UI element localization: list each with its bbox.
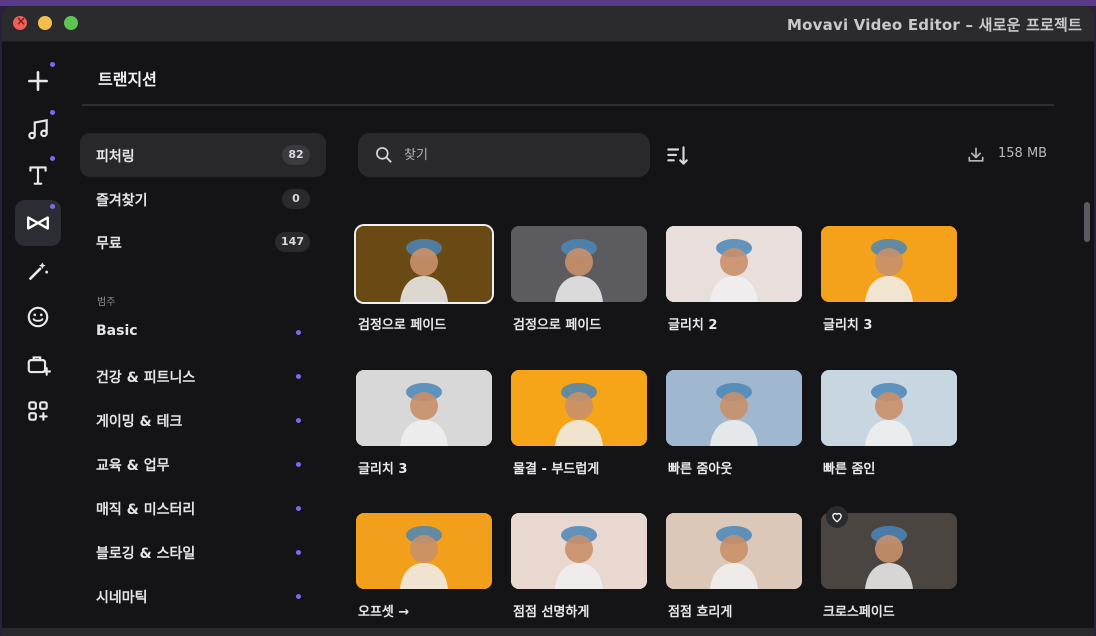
maximize-window-button[interactable] bbox=[64, 16, 78, 30]
transition-thumbnail[interactable] bbox=[511, 513, 647, 589]
transition-label: 검정으로 페이드 bbox=[513, 318, 602, 333]
transition-thumbnail[interactable] bbox=[821, 226, 957, 302]
download-icon bbox=[968, 147, 984, 162]
thumbnail-image bbox=[356, 226, 492, 302]
magic-wand-icon bbox=[29, 262, 49, 280]
transition-label: 글리치 2 bbox=[668, 318, 718, 333]
transition-label: 점점 흐리게 bbox=[668, 605, 733, 620]
rail-notification-dot bbox=[50, 204, 55, 209]
minimize-window-button[interactable] bbox=[38, 16, 52, 30]
category-label: 무료 bbox=[96, 236, 122, 252]
category-free[interactable]: 무료 147 bbox=[80, 220, 326, 264]
subcategory-education-business[interactable]: 교육 & 업무 bbox=[96, 455, 169, 475]
rail-stock-button[interactable] bbox=[15, 342, 61, 388]
subcategory-cinematic[interactable]: 시네마틱 bbox=[96, 587, 148, 607]
briefcase-icon bbox=[27, 356, 51, 376]
category-favorites[interactable]: 즐겨찾기 0 bbox=[80, 177, 326, 221]
transition-thumbnail[interactable] bbox=[666, 370, 802, 446]
new-indicator-dot bbox=[296, 594, 301, 599]
transition-label: 점점 선명하게 bbox=[513, 605, 590, 620]
header-divider bbox=[82, 104, 1054, 106]
section-label-genres: 범주 bbox=[97, 297, 116, 308]
rail-music-button[interactable] bbox=[15, 106, 61, 152]
transitions-icon bbox=[27, 216, 49, 230]
tool-rail bbox=[2, 42, 72, 636]
thumbnail-image bbox=[666, 226, 802, 302]
transition-label: 검정으로 페이드 bbox=[358, 318, 447, 333]
thumbnail-image bbox=[821, 370, 957, 446]
music-note-icon bbox=[28, 119, 48, 140]
transition-label: 오프셋 → bbox=[358, 605, 410, 620]
favorite-heart-button[interactable] bbox=[826, 506, 848, 528]
transition-label: 글리치 3 bbox=[358, 462, 408, 477]
text-icon bbox=[29, 166, 47, 185]
thumbnail-image bbox=[511, 226, 647, 302]
new-indicator-dot bbox=[296, 330, 301, 335]
download-size-button[interactable]: 158 MB bbox=[966, 143, 1056, 167]
subcategory-magic-mystery[interactable]: 매직 & 미스터리 bbox=[96, 499, 195, 519]
category-count: 0 bbox=[282, 189, 310, 209]
plus-icon bbox=[28, 71, 48, 91]
thumbnail-image bbox=[356, 370, 492, 446]
transition-thumbnail[interactable] bbox=[821, 370, 957, 446]
transition-thumbnail[interactable] bbox=[356, 513, 492, 589]
thumbnail-image bbox=[666, 370, 802, 446]
category-featured[interactable]: 피처링 82 bbox=[80, 133, 326, 177]
transition-label: 크로스페이드 bbox=[823, 605, 895, 620]
app-window: Movavi Video Editor – 새로운 프로젝트 bbox=[2, 6, 1094, 636]
apps-grid-icon bbox=[28, 401, 48, 421]
transition-label: 글리치 3 bbox=[823, 318, 873, 333]
download-size-label: 158 MB bbox=[998, 146, 1048, 161]
transition-thumbnail[interactable] bbox=[356, 226, 492, 302]
category-label: 즐겨찾기 bbox=[96, 193, 148, 209]
thumbnail-image bbox=[511, 513, 647, 589]
thumbnail-image bbox=[821, 226, 957, 302]
heart-icon bbox=[832, 512, 842, 523]
transition-thumbnail[interactable] bbox=[511, 226, 647, 302]
category-label: 피처링 bbox=[96, 149, 135, 165]
subcategory-blogging-style[interactable]: 블로깅 & 스타일 bbox=[96, 543, 195, 563]
timeline-edge bbox=[2, 628, 1094, 636]
new-indicator-dot bbox=[296, 418, 301, 423]
rail-notification-dot bbox=[50, 110, 55, 115]
transition-thumbnail[interactable] bbox=[666, 226, 802, 302]
rail-add-button[interactable] bbox=[15, 58, 61, 104]
panel-title: 트랜지션 bbox=[98, 70, 157, 89]
new-indicator-dot bbox=[296, 462, 301, 467]
transition-label: 물결 - 부드럽게 bbox=[513, 462, 600, 477]
transition-label: 빠른 줌아웃 bbox=[668, 462, 733, 477]
thumbnail-image bbox=[356, 513, 492, 589]
search-icon bbox=[376, 147, 392, 163]
rail-filters-button[interactable] bbox=[15, 248, 61, 294]
new-indicator-dot bbox=[296, 374, 301, 379]
category-count: 147 bbox=[275, 232, 310, 252]
rail-more-button[interactable] bbox=[15, 388, 61, 434]
rail-notification-dot bbox=[50, 62, 55, 67]
rail-transitions-button[interactable] bbox=[15, 200, 61, 246]
scrollbar-thumb[interactable] bbox=[1084, 202, 1090, 242]
search-input[interactable] bbox=[404, 143, 634, 167]
rail-stickers-button[interactable] bbox=[15, 294, 61, 340]
search-box[interactable] bbox=[358, 133, 650, 177]
new-indicator-dot bbox=[296, 506, 301, 511]
title-bar: Movavi Video Editor – 새로운 프로젝트 bbox=[2, 6, 1094, 42]
transition-thumbnail[interactable] bbox=[356, 370, 492, 446]
rail-titles-button[interactable] bbox=[15, 152, 61, 198]
smiley-icon bbox=[27, 306, 49, 328]
transition-thumbnail[interactable] bbox=[666, 513, 802, 589]
thumbnail-image bbox=[666, 513, 802, 589]
category-count: 82 bbox=[282, 145, 310, 165]
sort-icon[interactable] bbox=[664, 143, 690, 169]
new-indicator-dot bbox=[296, 550, 301, 555]
subcategory-health-fitness[interactable]: 건강 & 피트니스 bbox=[96, 367, 195, 387]
subcategory-basic[interactable]: Basic bbox=[96, 323, 138, 339]
window-title: Movavi Video Editor – 새로운 프로젝트 bbox=[787, 16, 1082, 34]
transition-label: 빠른 줌인 bbox=[823, 462, 876, 477]
subcategory-gaming-tech[interactable]: 게이밍 & 테크 bbox=[96, 411, 182, 431]
rail-notification-dot bbox=[50, 156, 55, 161]
thumbnail-image bbox=[511, 370, 647, 446]
close-window-button[interactable] bbox=[13, 14, 27, 30]
transition-thumbnail[interactable] bbox=[511, 370, 647, 446]
